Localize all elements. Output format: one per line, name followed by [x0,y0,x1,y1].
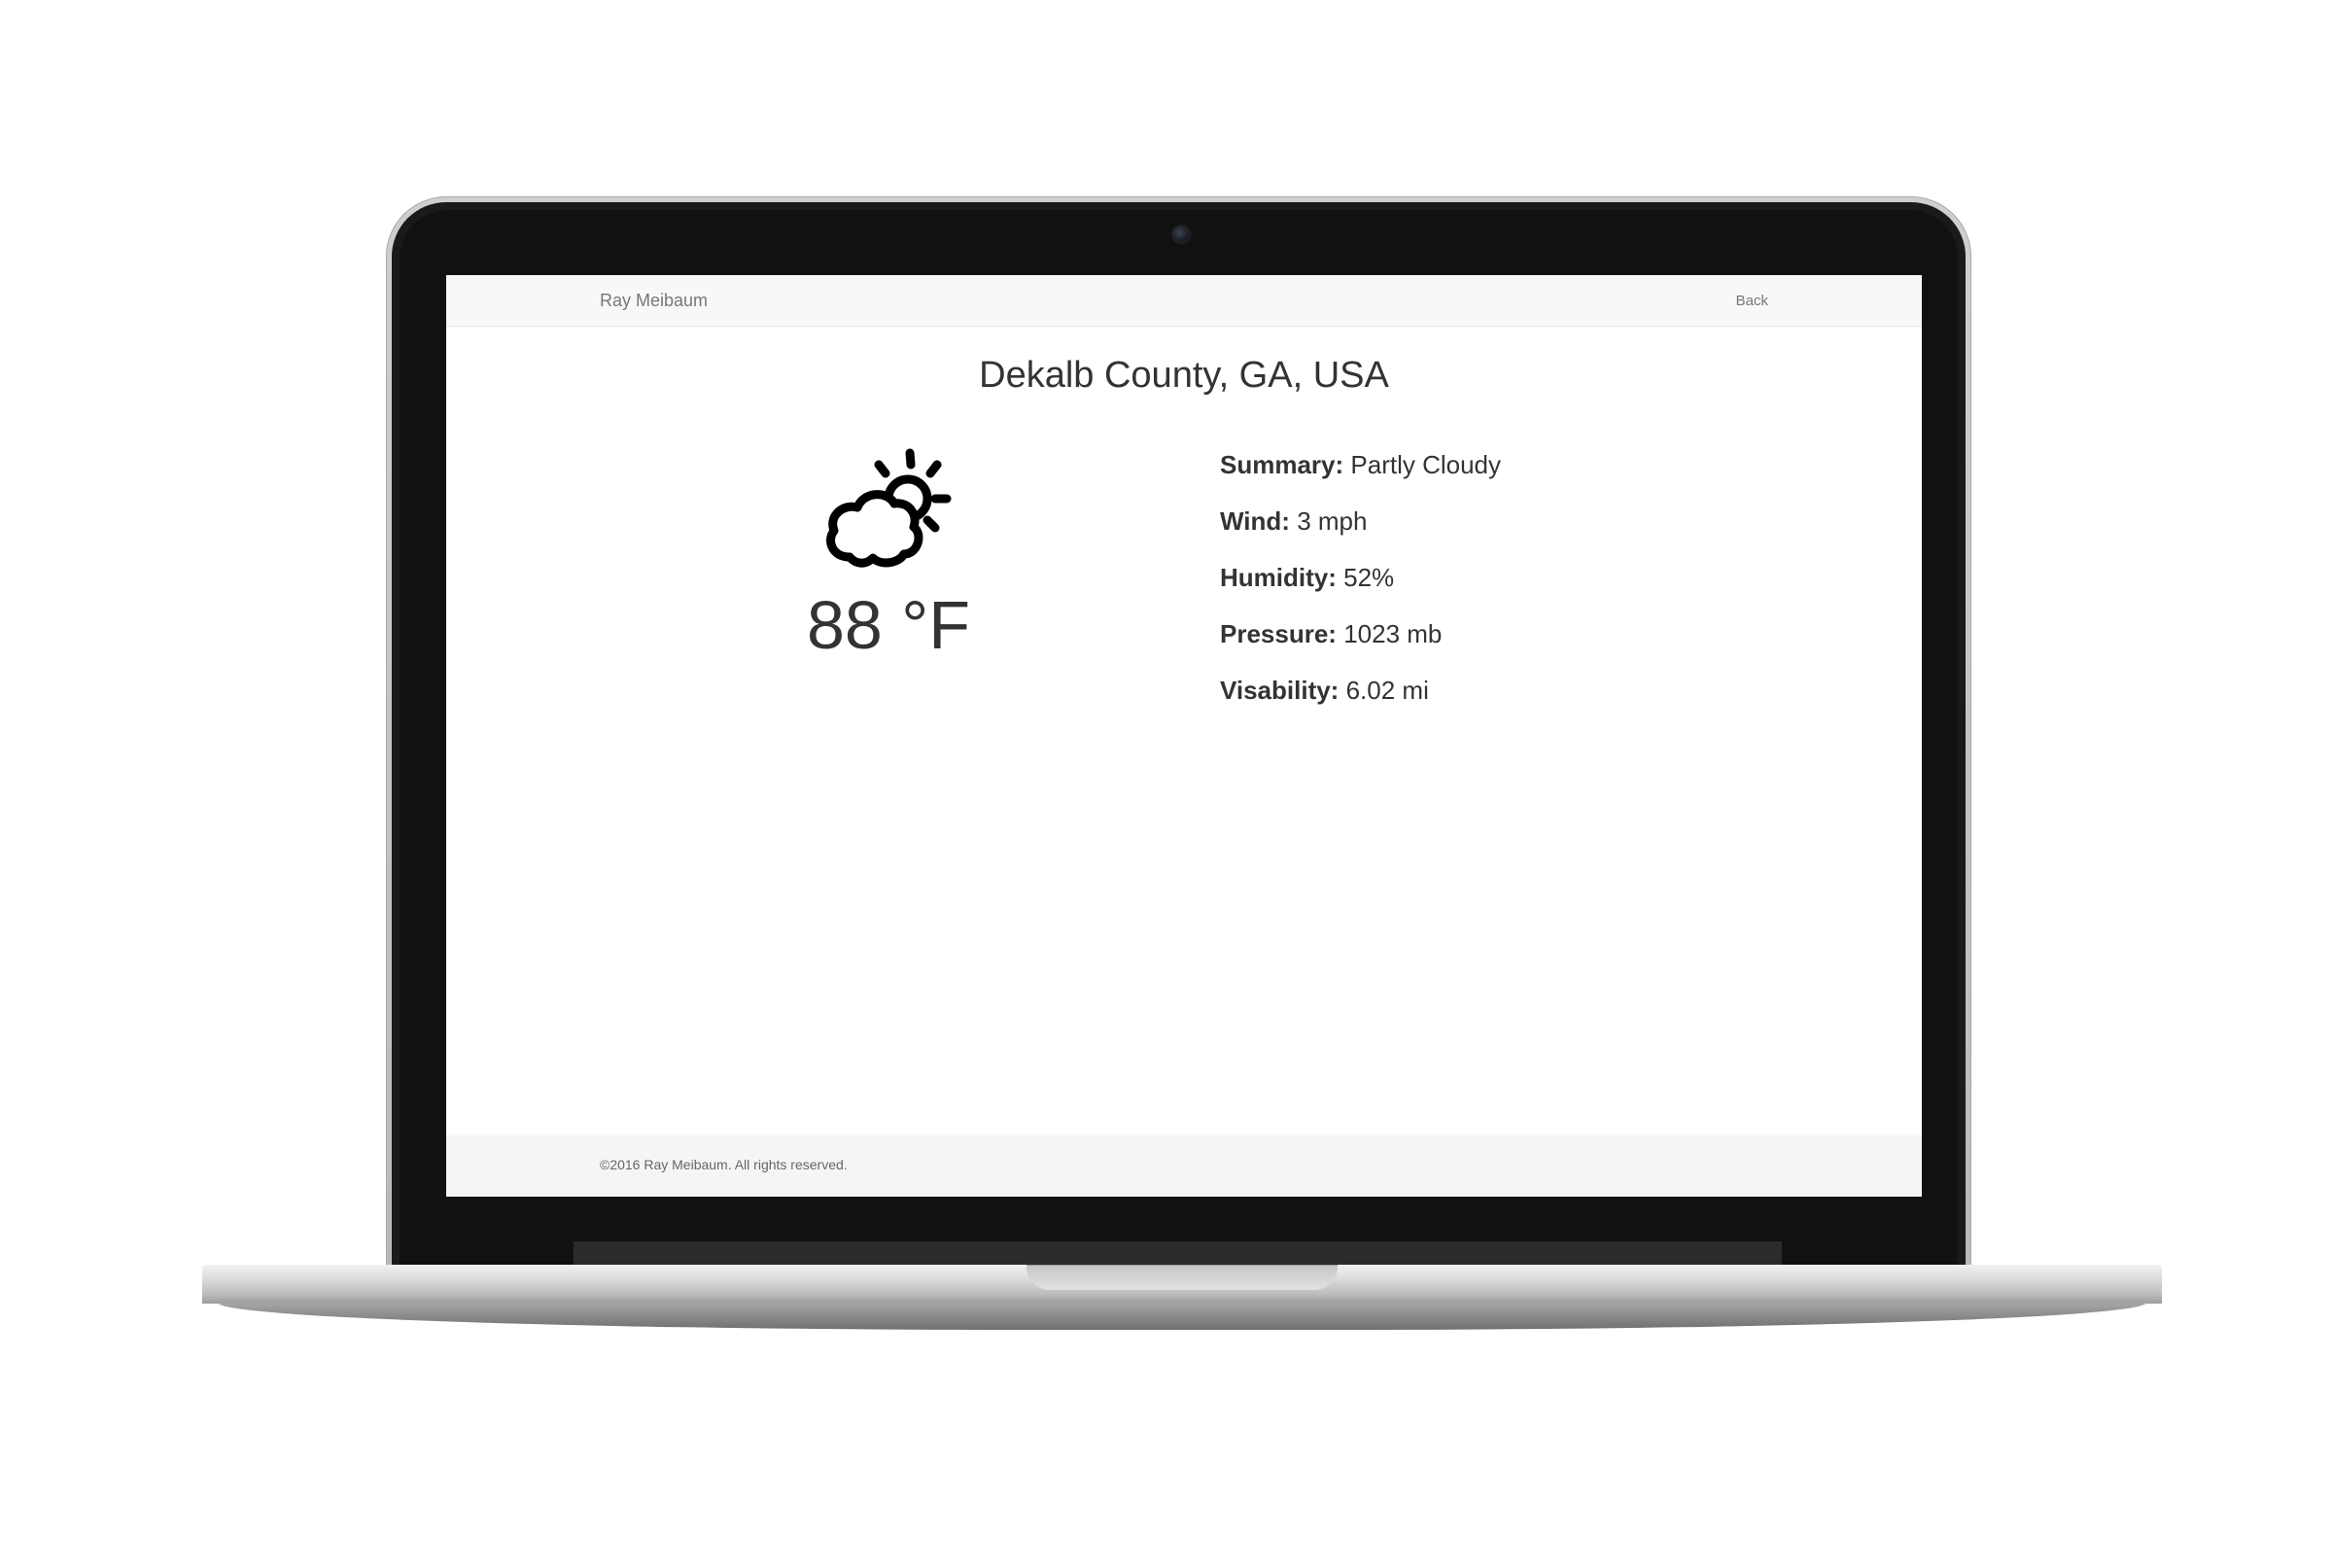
brand-link[interactable]: Ray Meibaum [600,291,708,311]
page-title: Dekalb County, GA, USA [979,355,1389,396]
detail-label: Summary: [1220,450,1344,479]
laptop-mockup: Ray Meibaum Back Dekalb County, GA, USA … [0,0,2333,1568]
detail-value: 1023 mb [1343,619,1443,648]
detail-label: Humidity: [1220,563,1337,592]
detail-humidity: Humidity: 52% [1220,563,1394,596]
detail-label: Visability: [1220,676,1340,705]
page-footer: ©2016 Ray Meibaum. All rights reserved. [446,1135,1922,1197]
detail-visibility: Visability: 6.02 mi [1220,676,1429,709]
detail-value: 6.02 mi [1345,676,1429,705]
laptop-base-bottom [218,1303,2146,1330]
top-navbar: Ray Meibaum Back [446,275,1922,327]
detail-summary: Summary: Partly Cloudy [1220,450,1501,483]
detail-value: Partly Cloudy [1350,450,1502,479]
detail-pressure: Pressure: 1023 mb [1220,619,1442,652]
detail-wind: Wind: 3 mph [1220,506,1367,540]
browser-viewport: Ray Meibaum Back Dekalb County, GA, USA … [446,275,1922,1197]
detail-value: 52% [1343,563,1395,592]
back-link[interactable]: Back [1736,293,1768,309]
detail-value: 3 mph [1297,506,1368,536]
detail-label: Wind: [1220,506,1290,536]
partly-cloudy-day-icon [826,448,952,568]
lid-open-notch [1027,1265,1338,1290]
hinge [574,1241,1782,1266]
camera-icon [1173,226,1189,242]
detail-label: Pressure: [1220,619,1337,648]
copyright-text: ©2016 Ray Meibaum. All rights reserved. [600,1157,848,1172]
temperature-readout: 88 °F [806,587,971,663]
